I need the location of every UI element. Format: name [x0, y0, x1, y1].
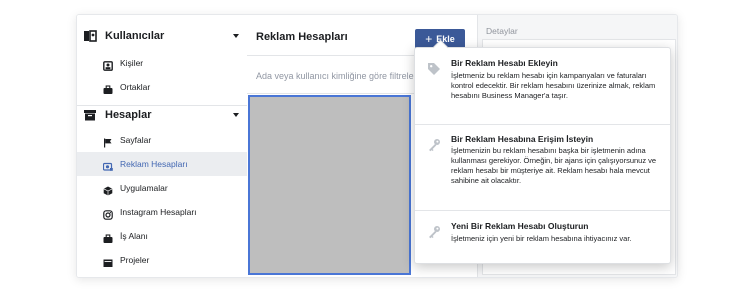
instagram-icon	[103, 207, 113, 220]
menu-item-create-ad-account[interactable]: Yeni Bir Reklam Hesabı Oluşturun İşletme…	[415, 211, 670, 261]
chevron-down-icon[interactable]	[233, 34, 239, 38]
menu-item-request-access[interactable]: Bir Reklam Hesabına Erişim İsteyin İşlet…	[415, 125, 670, 210]
page-title: Reklam Hesapları	[256, 31, 348, 43]
app-cube-icon	[103, 183, 113, 196]
sidebar-item-label: Reklam Hesapları	[120, 159, 188, 169]
briefcase-icon	[103, 82, 113, 94]
sidebar-item-label: Sayfalar	[120, 135, 152, 145]
sidebar-item-apps[interactable]: Uygulamalar	[77, 176, 247, 200]
sidebar-item-label: Instagram Hesapları	[120, 207, 197, 217]
briefcase-icon	[103, 231, 113, 243]
key-icon	[427, 138, 441, 152]
add-options-menu: Bir Reklam Hesabı Ekleyin İşletmeniz bu …	[414, 39, 671, 264]
flag-icon	[103, 135, 113, 148]
sidebar-section-accounts[interactable]: Hesaplar	[77, 101, 247, 129]
sidebar-section-label: Kullanıcılar	[105, 30, 165, 42]
details-title: Detaylar	[486, 26, 518, 36]
sidebar-section-users[interactable]: Kullanıcılar	[77, 22, 247, 50]
sidebar-item-pages[interactable]: Sayfalar	[77, 128, 247, 152]
sidebar-item-label: Kişiler	[120, 58, 144, 68]
users-icon	[83, 29, 97, 43]
menu-item-title: Bir Reklam Hesabı Ekleyin	[451, 58, 558, 68]
sidebar-item-projects[interactable]: Projeler	[77, 248, 247, 272]
selected-ad-account-item[interactable]	[248, 95, 411, 275]
ad-account-icon	[102, 159, 113, 171]
key-icon	[427, 225, 441, 239]
sidebar-item-line-of-business[interactable]: İş Alanı	[77, 224, 247, 248]
folder-icon	[103, 255, 113, 267]
person-icon	[103, 58, 113, 71]
sidebar-item-people[interactable]: Kişiler	[77, 51, 247, 75]
menu-item-title: Yeni Bir Reklam Hesabı Oluşturun	[451, 221, 589, 231]
sidebar-item-label: Projeler	[120, 255, 150, 265]
sidebar-item-ad-accounts[interactable]: Reklam Hesapları	[77, 152, 247, 176]
accounts-icon	[83, 108, 97, 122]
tag-icon	[427, 62, 441, 76]
sidebar: Kullanıcılar Kişiler Ortaklar Hesaplar S…	[77, 15, 248, 277]
sidebar-item-label: Uygulamalar	[120, 183, 168, 193]
menu-item-description: İşletmeniz bu reklam hesabı için kampany…	[451, 71, 656, 100]
plus-icon: +	[425, 32, 433, 46]
menu-item-title: Bir Reklam Hesabına Erişim İsteyin	[451, 134, 594, 144]
menu-item-description: İşletmeniz için yeni bir reklam hesabına…	[451, 234, 632, 243]
menu-item-description: İşletmenizin bu reklam hesabını başka bi…	[451, 146, 657, 185]
sidebar-item-label: İş Alanı	[120, 231, 148, 241]
sidebar-item-instagram-accounts[interactable]: Instagram Hesapları	[77, 200, 247, 224]
menu-item-add-ad-account[interactable]: Bir Reklam Hesabı Ekleyin İşletmeniz bu …	[415, 48, 670, 124]
chevron-down-icon[interactable]	[233, 113, 239, 117]
sidebar-item-partners[interactable]: Ortaklar	[77, 75, 247, 99]
sidebar-section-label: Hesaplar	[105, 109, 152, 121]
sidebar-item-label: Ortaklar	[120, 82, 151, 92]
